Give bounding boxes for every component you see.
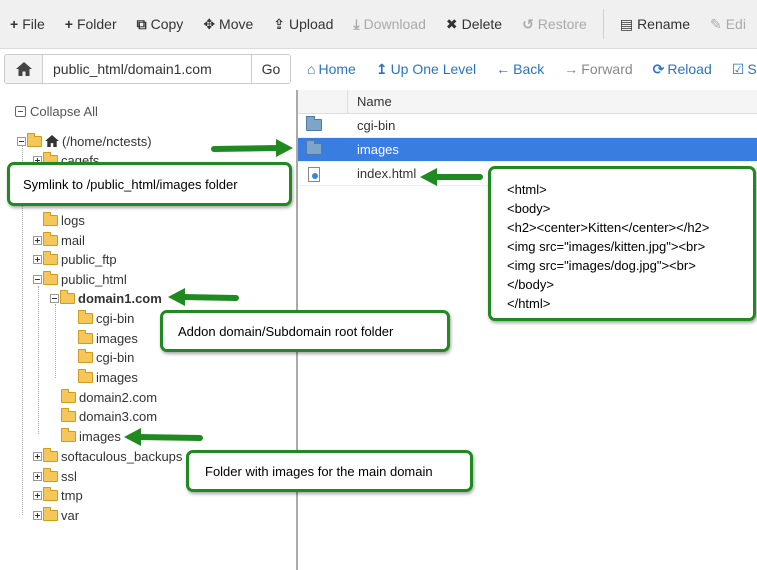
annotation-arrows [124, 139, 483, 446]
arrow-to-index-html [420, 168, 437, 186]
arrow-to-images-main [135, 434, 203, 441]
arrow-to-images-row [211, 145, 283, 152]
arrow-to-domain1 [179, 294, 239, 301]
arrow-to-images-row [276, 139, 293, 157]
arrow-to-domain1 [168, 288, 185, 306]
arrow-to-images-main [124, 428, 141, 446]
